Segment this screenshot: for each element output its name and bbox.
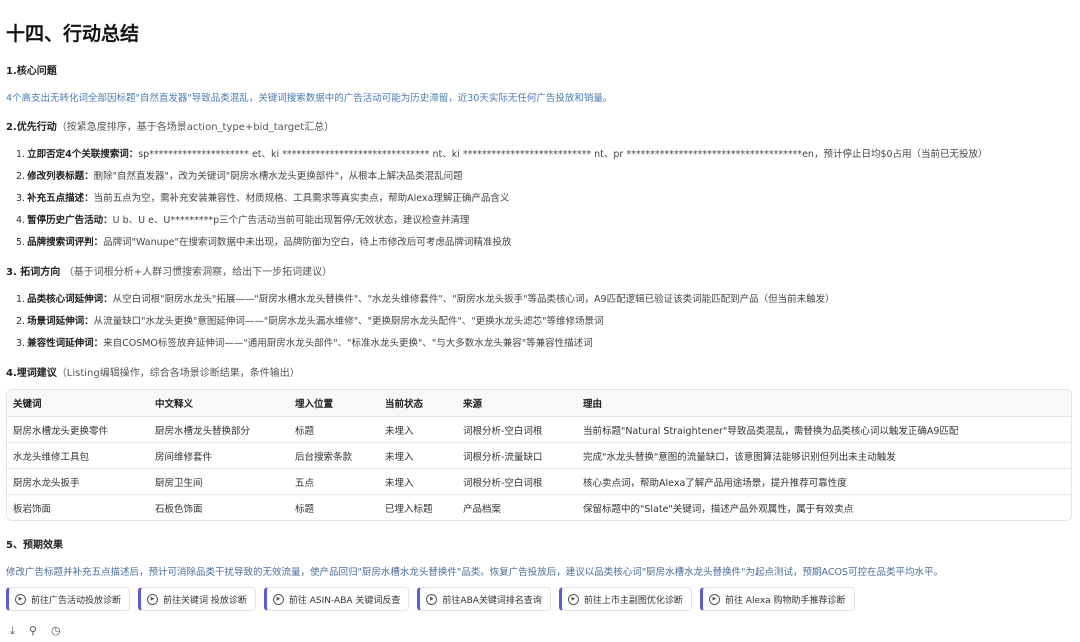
play-circle-icon: ▶ (567, 593, 579, 605)
expansion-item: 1. 品类核心词延伸词：从空白词根"厨房水龙头"拓展——"厨房水槽水龙头替换件"、… (16, 294, 835, 305)
pin-icon[interactable]: ⚲ (29, 624, 37, 638)
table-row: 板岩饰面 石板色饰面 标题 已埋入标题 产品档案 保留标题中的"Slate"关键… (7, 495, 1071, 520)
table-cell: 词根分析-空白词根 (457, 417, 577, 443)
expansion-item: 3. 兼容性词延伸词：来自COSMO标签放弃延伸词——"通用厨房水龙头部件"、"标… (16, 338, 593, 349)
priority-action-item: 3. 补充五点描述：当前五点为空，需补充安装兼容性、材质规格、工具需求等真实卖点，… (16, 193, 510, 204)
section-heading-priority-actions: 2.优先行动（按紧急度排序，基于各场景action_type+bid_targe… (6, 122, 335, 133)
table-cell: 厨房水龙头扳手 (7, 469, 149, 495)
table-cell: 已埋入标题 (385, 503, 433, 515)
play-circle-icon: ▶ (15, 593, 26, 605)
priority-action-item: 5. 品牌搜索词评判：品牌词"Wanupe"在搜索词数据中未出现，品牌防御为空白，… (16, 237, 512, 248)
goto-asin-aba-lookup-button[interactable]: ▶ 前往 ASIN-ABA 关键词反查 (263, 587, 410, 611)
section-heading-keyword-placement: 4.埋词建议（Listing编辑操作，综合各场景诊断结果，条件输出） (6, 368, 300, 379)
table-row: 水龙头维修工具包 房间维修套件 后台搜索条款 未埋入 词根分析-流量缺口 完成"… (7, 443, 1071, 469)
goto-ad-campaign-diagnosis-button[interactable]: ▶ 前往广告活动投放诊断 (6, 587, 131, 611)
column-header: 埋入位置 (289, 390, 379, 417)
table-row: 厨房水槽龙头更换零件 厨房水槽龙头替换部分 标题 未埋入 词根分析-空白词根 当… (7, 417, 1071, 443)
table-cell: 当前标题"Natural Straightener"导致品类混乱，需替换为品类核… (577, 417, 1071, 443)
keyword-placement-table: 关键词 中文释义 埋入位置 当前状态 来源 理由 厨房水槽龙头更换零件 厨房水槽… (6, 389, 1072, 521)
goto-keyword-diagnosis-button[interactable]: ▶ 前往关键词 投放诊断 (138, 587, 256, 611)
play-circle-icon: ▶ (147, 593, 159, 605)
table-cell: 厨房水槽龙头更换零件 (7, 417, 149, 443)
history-icon[interactable]: ◷ (51, 624, 61, 638)
section-heading-expected-results: 5、预期效果 (6, 540, 63, 551)
table-cell: 完成"水龙头替换"意图的流量缺口，该意图算法能够识别但列出未主动触发 (577, 443, 1071, 469)
footer-toolbar: ⤓ ⚲ ◷ (10, 624, 61, 638)
table-row: 厨房水龙头扳手 厨房卫生间 五点 未埋入 词根分析-空白词根 核心卖点词，帮助A… (7, 469, 1071, 495)
goto-alexa-recommendation-button[interactable]: ▶ 前往 Alexa 购物助手推荐诊断 (699, 587, 855, 611)
table-cell: 房间维修套件 (149, 443, 289, 469)
table-cell: 厨房卫生间 (149, 469, 289, 495)
core-issue-text: 4个高支出无转化词全部因标题"自然直发器"导致品类混乱，关键词搜索数据中的广告活… (6, 93, 613, 104)
column-header: 理由 (577, 390, 1071, 417)
table-cell: 词根分析-流量缺口 (457, 443, 577, 469)
goto-image-optimization-button[interactable]: ▶ 前往上市主副图优化诊断 (558, 587, 692, 611)
priority-action-item: 1. 立即否定4个关联搜索词：sp********************* et… (16, 149, 988, 160)
column-header: 关键词 (7, 390, 149, 417)
table-cell: 后台搜索条款 (289, 443, 379, 469)
priority-action-item: 2. 修改列表标题：删除"自然直发器"，改为关键词"厨房水槽水龙头更换部件"，从根… (16, 171, 463, 182)
table-cell: 词根分析-空白词根 (457, 469, 577, 495)
table-cell: 未埋入 (379, 417, 457, 443)
expansion-item: 2. 场景词延伸词：从流量缺口"水龙头更换"意图延伸词——"厨房水龙头漏水维修"、… (16, 316, 604, 327)
table-cell: 五点 (289, 469, 379, 495)
column-header: 当前状态 (379, 390, 457, 417)
section-heading-expansion: 3. 拓词方向 （基于词根分析+人群习惯搜索洞察，给出下一步拓词建议） (6, 267, 333, 278)
goto-aba-ranking-button[interactable]: ▶ 前往ABA关键词排名查询 (417, 587, 551, 611)
priority-action-item: 4. 暂停历史广告活动：U b、U e、U*********p三个广告活动当前可能… (16, 215, 470, 226)
table-cell: 厨房水槽龙头替换部分 (149, 417, 289, 443)
play-circle-icon: ▶ (426, 593, 438, 605)
table-cell: 石板色饰面 (155, 503, 203, 515)
table-cell: 标题 (295, 503, 315, 515)
navigation-buttons: ▶ 前往广告活动投放诊断 ▶ 前往关键词 投放诊断 ▶ 前往 ASIN-ABA 关键词… (6, 587, 855, 611)
table-cell: 板岩饰面 (13, 503, 52, 515)
table-cell: 水龙头维修工具包 (7, 443, 149, 469)
table-cell: 产品档案 (463, 503, 502, 515)
page-title: 十四、行动总结 (6, 23, 140, 45)
table-header-row: 关键词 中文释义 埋入位置 当前状态 来源 理由 (7, 390, 1071, 417)
play-circle-icon: ▶ (272, 593, 284, 605)
download-icon[interactable]: ⤓ (10, 624, 15, 638)
column-header: 来源 (457, 390, 577, 417)
play-circle-icon: ▶ (708, 593, 720, 605)
table-cell: 未埋入 (379, 443, 457, 469)
table-cell: 核心卖点词，帮助Alexa了解产品用途场景，提升推荐可靠性度 (577, 469, 1071, 495)
table-cell: 标题 (289, 417, 379, 443)
section-heading-core-issue: 1.核心问题 (6, 66, 57, 77)
expected-results-text: 修改广告标题并补充五点描述后，预计可消除品类干扰导致的无效流量，使产品回归"厨房… (6, 567, 943, 578)
column-header: 中文释义 (149, 390, 289, 417)
table-cell: 未埋入 (379, 469, 457, 495)
table-cell: 保留标题中的"Slate"关键词，描述产品外观属性，属于有效卖点 (583, 503, 854, 515)
